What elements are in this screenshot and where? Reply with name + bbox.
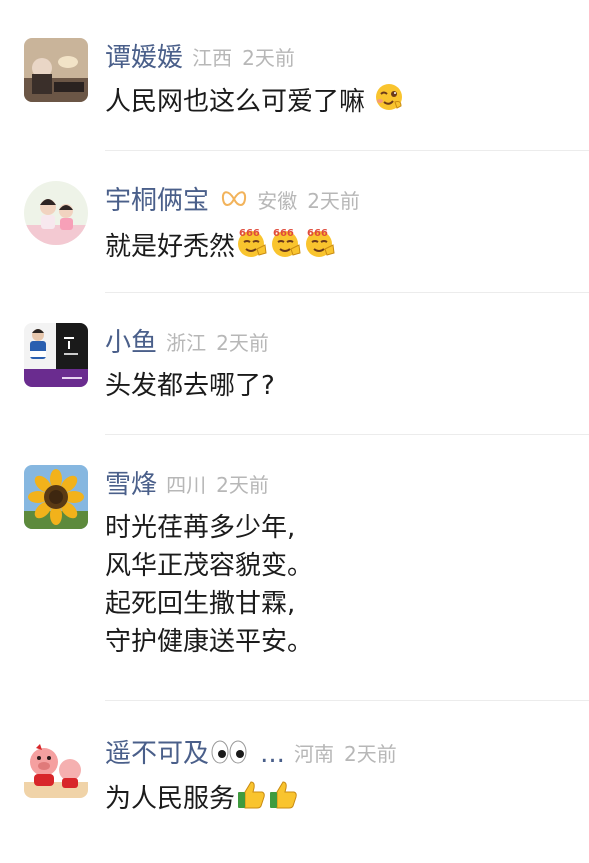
location: 浙江: [166, 331, 207, 355]
comment-header: 雪烽 四川 2天前: [105, 469, 269, 501]
comment-text: 人民网也这么可爱了嘛: [105, 82, 405, 123]
comment-meta: 江西 2天前: [192, 46, 295, 70]
comment-item: 雪烽 四川 2天前 时光荏苒多少年, 风华正茂容貌变。 起死回生撒甘霖, 守护健康…: [0, 465, 589, 701]
comment-meta: 浙江 2天前: [166, 331, 269, 355]
eyes-emoji-icon: [209, 738, 249, 770]
divider: [105, 150, 589, 151]
location: 安徽: [257, 189, 298, 213]
666-emoji-icon: 666: [235, 225, 269, 270]
comment-list: 谭媛媛 江西 2天前 人民网也这么可爱了嘛 宇桐俩宝 安徽 2天前 就是好秃然 …: [0, 0, 589, 863]
comment-header: 谭媛媛 江西 2天前: [105, 42, 295, 74]
svg-text:666: 666: [273, 228, 294, 239]
comment-item: 宇桐俩宝 安徽 2天前 就是好秃然 666 666 666: [0, 181, 589, 293]
666-emoji-icon: 666: [303, 225, 337, 270]
location: 河南: [294, 742, 334, 766]
comment-text: 头发都去哪了?: [105, 371, 275, 401]
username[interactable]: 谭媛媛: [105, 43, 183, 73]
comment-line: 守护健康送平安。: [105, 627, 314, 657]
username[interactable]: 宇桐俩宝: [105, 186, 209, 216]
comment-body: 为人民服务: [105, 778, 299, 821]
divider: [105, 700, 589, 701]
username[interactable]: 小鱼: [105, 328, 157, 358]
username[interactable]: 雪烽: [105, 470, 157, 500]
comment-text: 为人民服务: [105, 778, 299, 821]
comment-body: 人民网也这么可爱了嘛: [105, 82, 405, 123]
comment-line: 风华正茂容貌变。: [105, 551, 314, 581]
comment-header: 小鱼 浙江 2天前: [105, 327, 269, 359]
comment-body: 时光荏苒多少年, 风华正茂容貌变。 起死回生撒甘霖, 守护健康送平安。: [105, 509, 313, 661]
timestamp: 2天前: [307, 189, 360, 213]
comment-meta: 四川 2天前: [166, 473, 269, 497]
svg-text:666: 666: [239, 228, 260, 239]
comment-line: 为人民服务: [105, 784, 236, 814]
thumbs-up-emoji-icon: [235, 778, 267, 821]
photo-avatar-icon[interactable]: [24, 38, 88, 102]
comment-line: 人民网也这么可爱了嘛: [105, 87, 366, 117]
username-ellipsis: ...: [260, 739, 285, 769]
timestamp: 2天前: [216, 331, 269, 355]
username[interactable]: 遥不可及: [105, 739, 209, 769]
kids-photo-avatar-icon[interactable]: [24, 181, 88, 245]
purple-photo-avatar-icon[interactable]: [24, 323, 88, 387]
comment-line: 就是好秃然: [105, 232, 236, 262]
comment-line: 起死回生撒甘霖,: [105, 589, 296, 619]
comment-item: 小鱼 浙江 2天前 头发都去哪了?: [0, 323, 589, 435]
comment-meta: 安徽 2天前: [257, 189, 360, 213]
comment-header: 宇桐俩宝 安徽 2天前: [105, 185, 360, 217]
comment-header: 遥不可及 ... 河南 2天前: [105, 738, 397, 770]
divider: [105, 434, 589, 435]
timestamp: 2天前: [344, 742, 397, 766]
thumbs-up-emoji-icon: [267, 778, 299, 821]
timestamp: 2天前: [216, 473, 269, 497]
comment-line: 时光荏苒多少年,: [105, 513, 296, 543]
comment-meta: 河南 2天前: [294, 742, 397, 766]
timestamp: 2天前: [242, 46, 295, 70]
location: 四川: [166, 473, 207, 497]
divider: [105, 292, 589, 293]
comment-body: 头发都去哪了?: [105, 367, 275, 405]
ribbon-badge-icon: [220, 187, 248, 215]
comment-body: 就是好秃然 666 666 666: [105, 225, 337, 270]
pig-doll-avatar-icon[interactable]: [24, 734, 88, 798]
location: 江西: [192, 46, 233, 70]
comment-text: 就是好秃然 666 666 666: [105, 225, 337, 270]
comment-item: 谭媛媛 江西 2天前 人民网也这么可爱了嘛: [0, 38, 589, 151]
666-emoji-icon: 666: [269, 225, 303, 270]
comment-item: 遥不可及 ... 河南 2天前 为人民服务: [0, 734, 589, 844]
svg-text:666: 666: [307, 228, 328, 239]
sunflower-avatar-icon[interactable]: [24, 465, 88, 529]
wink-emoji-icon: [373, 82, 405, 123]
